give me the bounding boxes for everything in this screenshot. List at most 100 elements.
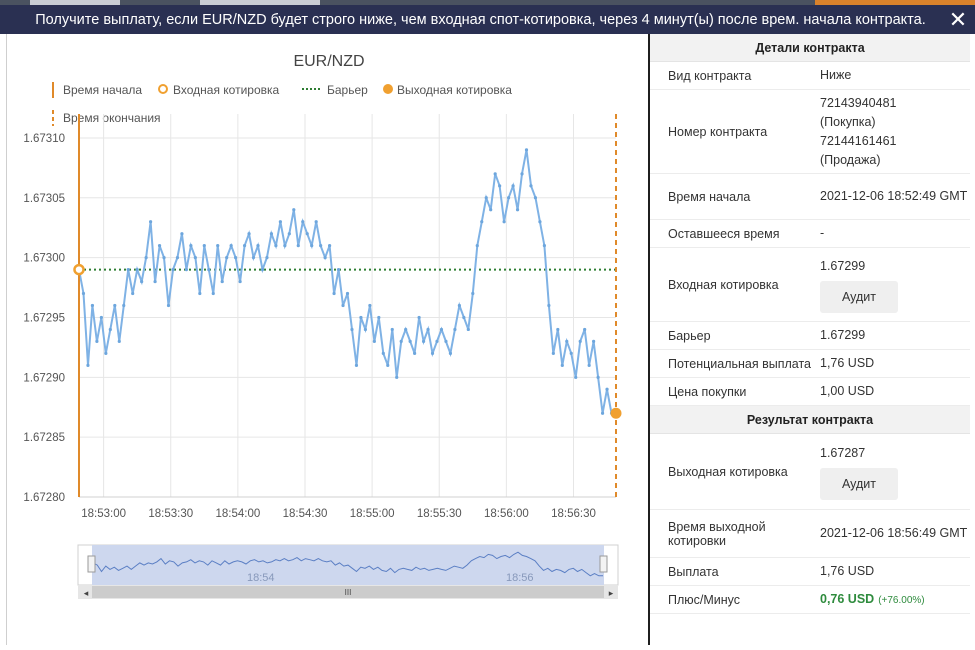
contract-id-label: Номер контракта bbox=[668, 124, 768, 139]
price-point bbox=[180, 232, 184, 236]
navigator-left-handle[interactable] bbox=[87, 555, 96, 573]
entry-spot-marker bbox=[73, 263, 85, 276]
price-point bbox=[466, 327, 470, 332]
price-point bbox=[421, 339, 426, 344]
contract-id-buy: 72143940481 (Покупка) bbox=[820, 95, 897, 129]
remaining-time-value: - bbox=[820, 226, 825, 240]
price-point bbox=[323, 256, 327, 260]
price-point bbox=[533, 196, 538, 200]
price-point bbox=[368, 303, 372, 308]
price-point bbox=[211, 291, 215, 296]
price-point bbox=[453, 327, 457, 332]
price-point bbox=[122, 303, 126, 308]
scroll-left-arrow-icon[interactable]: ◂ bbox=[84, 588, 89, 598]
price-point bbox=[220, 279, 224, 284]
x-tick-label: 18:56:00 bbox=[484, 508, 529, 520]
price-point bbox=[336, 267, 341, 272]
price-point bbox=[565, 339, 569, 344]
purchase-price-value: 1,00 USD bbox=[820, 384, 875, 398]
row-start-time: Время начала 2021-12-06 18:52:49 GMT bbox=[650, 174, 970, 220]
x-tick-label: 18:54:30 bbox=[283, 508, 328, 520]
y-tick-label: 1.67305 bbox=[23, 193, 65, 205]
price-point bbox=[269, 232, 274, 236]
x-tick-label: 18:55:00 bbox=[350, 508, 395, 520]
contract-details-panel: Детали контракта Вид контракта Ниже Номе… bbox=[650, 34, 970, 645]
price-point bbox=[587, 363, 591, 367]
price-point bbox=[238, 279, 242, 284]
price-point bbox=[426, 327, 430, 332]
price-point bbox=[225, 256, 229, 260]
price-point bbox=[448, 351, 453, 355]
price-point bbox=[408, 339, 412, 344]
price-point bbox=[354, 363, 359, 367]
price-point bbox=[444, 339, 448, 344]
row-entry-spot: Входная котировка 1.67299 Аудит bbox=[650, 248, 970, 322]
price-point bbox=[390, 327, 394, 332]
price-point bbox=[140, 279, 144, 284]
x-tick-label: 18:53:30 bbox=[148, 508, 193, 520]
x-axis: 18:53:00 18:53:30 18:54:00 18:54:30 18:55:00… bbox=[81, 508, 596, 520]
entry-audit-button[interactable]: Аудит bbox=[820, 280, 898, 313]
price-point bbox=[538, 220, 542, 224]
barrier-label: Барьер bbox=[668, 328, 711, 343]
chart-grid bbox=[79, 114, 616, 498]
exit-time-value: 2021-12-06 18:56:49 GMT bbox=[820, 526, 968, 540]
price-point bbox=[278, 220, 282, 224]
price-point bbox=[184, 267, 188, 272]
price-point bbox=[126, 267, 130, 272]
price-point bbox=[260, 267, 265, 272]
price-point bbox=[301, 220, 305, 224]
price-point bbox=[86, 363, 90, 367]
price-point bbox=[413, 351, 417, 355]
exit-audit-button[interactable]: Аудит bbox=[820, 467, 898, 500]
chart-legend: Время начала Входная котировка Барьер Вы… bbox=[52, 82, 512, 126]
price-point bbox=[242, 244, 247, 248]
price-point bbox=[234, 256, 238, 260]
price-point bbox=[569, 351, 573, 355]
payout-label: Выплата bbox=[668, 564, 719, 579]
price-point bbox=[328, 244, 332, 248]
price-series-line bbox=[78, 149, 616, 415]
price-point bbox=[108, 327, 112, 332]
price-point bbox=[377, 315, 381, 320]
scroll-right-arrow-icon[interactable]: ▸ bbox=[609, 588, 614, 598]
chart-area: EUR/NZD Время начала Входная котировка Б… bbox=[7, 34, 649, 645]
price-point bbox=[117, 339, 121, 344]
y-tick-label: 1.67280 bbox=[23, 492, 65, 504]
price-point bbox=[542, 244, 547, 248]
price-point bbox=[439, 327, 444, 332]
price-point bbox=[274, 244, 278, 248]
price-point bbox=[175, 256, 180, 260]
y-tick-label: 1.67295 bbox=[23, 312, 65, 324]
legend-barrier[interactable]: Барьер bbox=[327, 83, 368, 97]
row-profit-loss: Плюс/Минус 0,76 USD (+76.00%) bbox=[650, 586, 970, 614]
price-point bbox=[462, 315, 466, 320]
price-point bbox=[524, 148, 529, 152]
price-point bbox=[95, 339, 99, 344]
entry-spot-value: 1.67299 bbox=[820, 258, 866, 273]
price-point bbox=[578, 339, 582, 344]
legend-start-time[interactable]: Время начала bbox=[63, 83, 142, 97]
legend-exit-spot[interactable]: Выходная котировка bbox=[397, 83, 512, 97]
price-point bbox=[381, 351, 385, 355]
navigator-right-handle[interactable] bbox=[599, 555, 608, 573]
price-point bbox=[198, 291, 202, 296]
price-chart: EUR/NZD Время начала Входная котировка Б… bbox=[23, 53, 622, 599]
start-time-value: 2021-12-06 18:52:49 GMT bbox=[820, 189, 968, 203]
row-remaining-time: Оставшееся время - bbox=[650, 220, 970, 248]
scroll-grip-icon: III bbox=[345, 588, 352, 597]
exit-spot-label: Выходная котировка bbox=[668, 464, 788, 479]
row-contract-type: Вид контракта Ниже bbox=[650, 62, 970, 90]
price-point bbox=[144, 256, 148, 260]
y-axis: 1.67280 1.67285 1.67290 1.67295 1.67300 1.673… bbox=[23, 133, 65, 504]
legend-entry-spot[interactable]: Входная котировка bbox=[173, 83, 280, 97]
price-point bbox=[153, 279, 157, 284]
x-tick-label: 18:54:00 bbox=[215, 508, 260, 520]
price-point bbox=[359, 315, 363, 320]
price-point bbox=[283, 244, 287, 248]
price-point bbox=[319, 244, 323, 248]
close-icon[interactable]: ✕ bbox=[941, 5, 975, 34]
chart-navigator[interactable]: 18:54 18:56 ◂ ▸ III bbox=[77, 544, 619, 599]
legend-end-time[interactable]: Время окончания bbox=[63, 111, 161, 125]
price-point bbox=[157, 244, 162, 248]
